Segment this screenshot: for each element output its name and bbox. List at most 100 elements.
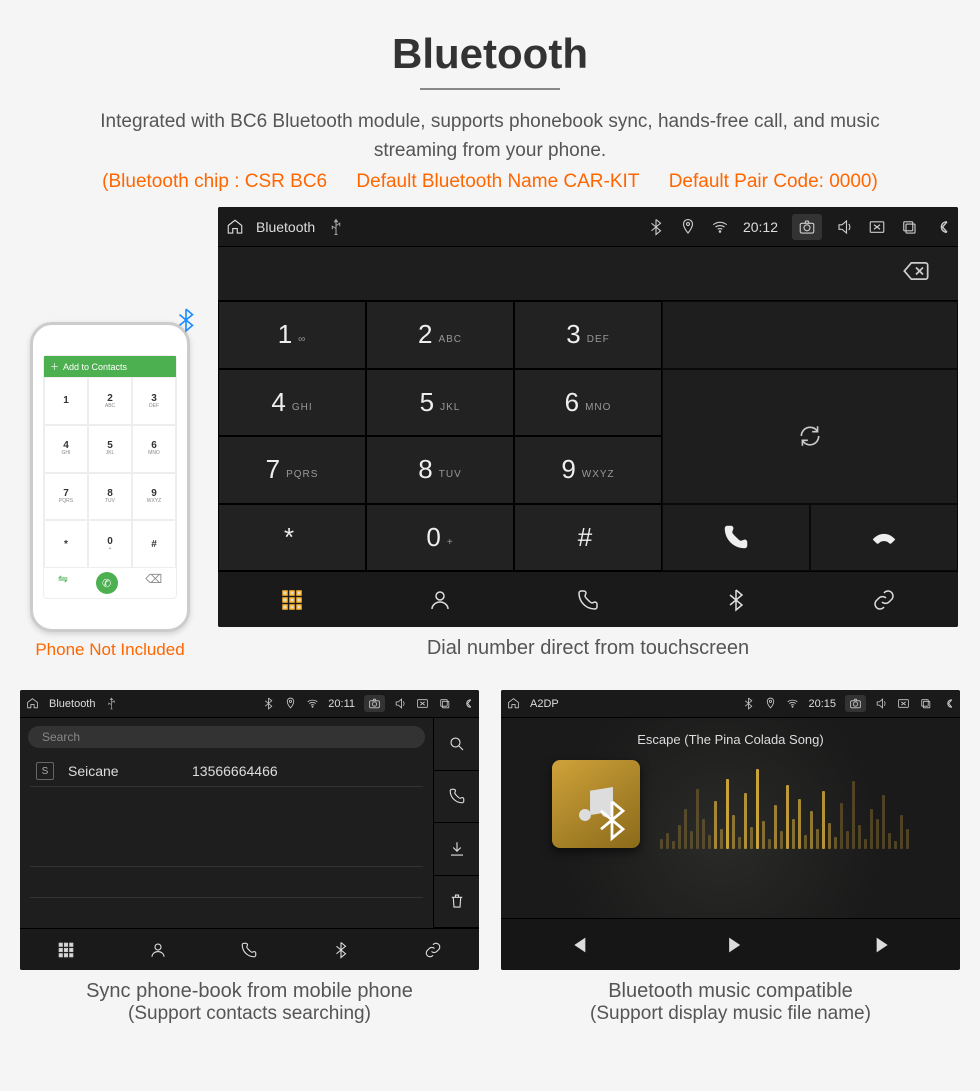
dial-key-5[interactable]: 5JKL [366,369,514,437]
dial-blank [662,301,958,369]
bluetooth-icon [742,697,755,710]
home-icon[interactable] [507,697,520,710]
bluetooth-icon [647,218,665,236]
screenshot-button[interactable] [364,695,385,712]
backspace-button[interactable] [902,257,930,290]
dial-key-hash[interactable]: # [514,504,662,572]
recent-apps-icon[interactable] [438,697,451,710]
close-app-icon[interactable] [897,697,910,710]
spec-pair: Default Pair Code: 0000) [669,171,878,192]
bluetooth-waves-icon [173,307,199,339]
pb-status-bar: Bluetooth 20:11 [20,690,479,718]
dialer-tab-bar [218,571,958,627]
pb-side-actions [433,718,479,928]
phone-recent-icon: ⇋ [58,572,68,594]
phonebook-unit: Bluetooth 20:11 [20,690,479,970]
prev-track-button[interactable] [501,919,654,970]
music-caption-1: Bluetooth music compatible [501,980,960,1003]
search-input[interactable]: Search [28,726,425,748]
phone-keypad: 12ABC3DEF4GHI5JKL6MNO7PQRS8TUV9WXYZ*0+# [44,377,176,568]
music-status-bar: A2DP 20:15 [501,690,960,718]
redial-button[interactable] [662,369,958,504]
screenshot-button[interactable] [845,695,866,712]
home-icon[interactable] [26,697,39,710]
delete-button[interactable] [434,876,479,929]
contact-name: Seicane [68,763,178,779]
music-status-title: A2DP [530,698,559,710]
page-subtitle: Integrated with BC6 Bluetooth module, su… [60,108,920,165]
status-bar: Bluetooth 20:12 [218,207,958,247]
music-status-time: 20:15 [808,698,836,710]
phone-header: ＋Add to Contacts [44,356,176,377]
song-title: Escape (The Pina Colada Song) [637,732,823,747]
dial-key-4[interactable]: 4GHI [218,369,366,437]
home-icon[interactable] [226,218,244,236]
usb-icon [327,218,345,236]
title-underline [420,88,560,90]
recent-apps-icon[interactable] [919,697,932,710]
recent-apps-icon[interactable] [900,218,918,236]
volume-icon[interactable] [394,697,407,710]
tab-contacts[interactable] [112,929,204,970]
search-button[interactable] [434,718,479,771]
next-track-button[interactable] [807,919,960,970]
back-icon[interactable] [941,697,954,710]
music-unit: A2DP 20:15 Escape (The [501,690,960,970]
tab-pair[interactable] [387,929,479,970]
dial-key-6[interactable]: 6MNO [514,369,662,437]
dialer-unit: Bluetooth 20:12 [218,207,958,627]
play-pause-button[interactable] [654,919,807,970]
pb-tab-bar [20,928,479,970]
dialer-caption: Dial number direct from touchscreen [218,637,958,660]
back-icon[interactable] [460,697,473,710]
hangup-button[interactable] [810,504,958,572]
dial-key-1[interactable]: 1∞ [218,301,366,369]
usb-icon [105,697,118,710]
call-button[interactable] [662,504,810,572]
phone-mockup: ＋Add to Contacts 12ABC3DEF4GHI5JKL6MNO7P… [30,322,190,632]
bluetooth-icon [262,697,275,710]
dial-key-3[interactable]: 3DEF [514,301,662,369]
dial-key-8[interactable]: 8TUV [366,436,514,504]
music-caption-2: (Support display music file name) [501,1003,960,1025]
equalizer-visual [660,759,909,849]
location-icon [764,697,777,710]
dial-key-2[interactable]: 2ABC [366,301,514,369]
contact-row[interactable]: S Seicane 13566664466 [20,756,433,786]
spec-line: (Bluetooth chip : CSR BC6 Default Blueto… [20,171,960,193]
call-button[interactable] [434,771,479,824]
status-title: Bluetooth [256,219,315,235]
tab-contacts[interactable] [366,572,514,627]
phone-backspace-icon: ⌫ [145,572,162,594]
page-title: Bluetooth [20,30,960,78]
phone-not-included-label: Phone Not Included [20,640,200,660]
volume-icon[interactable] [875,697,888,710]
dial-key-9[interactable]: 9WXYZ [514,436,662,504]
pb-caption-1: Sync phone-book from mobile phone [20,980,479,1003]
music-controls [501,918,960,970]
pb-status-title: Bluetooth [49,698,95,710]
tab-bluetooth[interactable] [295,929,387,970]
spec-name: Default Bluetooth Name CAR-KIT [356,171,639,192]
dial-key-0[interactable]: 0+ [366,504,514,572]
tab-dialpad[interactable] [218,572,366,627]
back-icon[interactable] [932,218,950,236]
volume-icon[interactable] [836,218,854,236]
dial-grid: 1∞2ABC3DEF 4GHI5JKL6MNO 7PQRS8TUV9WXYZ *0+# [218,301,958,571]
download-contacts-button[interactable] [434,823,479,876]
status-time: 20:12 [743,219,778,235]
dial-display [218,247,958,301]
dial-key-7[interactable]: 7PQRS [218,436,366,504]
tab-call-log[interactable] [514,572,662,627]
close-app-icon[interactable] [868,218,886,236]
screenshot-button[interactable] [792,214,822,240]
tab-pair[interactable] [810,572,958,627]
dial-key-star[interactable]: * [218,504,366,572]
tab-call-log[interactable] [204,929,296,970]
tab-bluetooth[interactable] [662,572,810,627]
close-app-icon[interactable] [416,697,429,710]
wifi-icon [711,218,729,236]
spec-chip: (Bluetooth chip : CSR BC6 [102,171,327,192]
location-icon [284,697,297,710]
tab-dialpad[interactable] [20,929,112,970]
